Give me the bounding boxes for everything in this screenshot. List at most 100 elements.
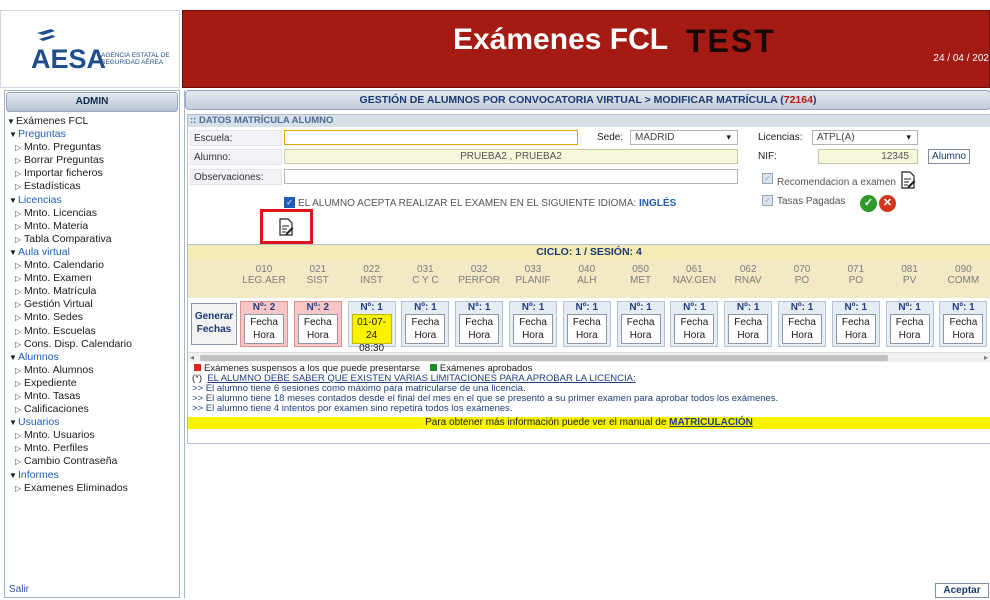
scroll-left-icon[interactable]: ◂: [190, 353, 194, 363]
menu-item[interactable]: ▷ Mnto. Tasas: [7, 390, 179, 403]
tasas-checkbox[interactable]: ✓: [762, 195, 773, 206]
triangle-down-icon: ▼: [9, 470, 17, 480]
triangle-right-icon: ▷: [15, 261, 22, 271]
menu-item[interactable]: ▷ Mnto. Escuelas: [7, 325, 179, 338]
fecha-text: Fecha: [303, 317, 332, 328]
alumno-button[interactable]: Alumno: [928, 149, 970, 164]
menu-item[interactable]: ▼Preguntas: [7, 128, 179, 141]
menu-item[interactable]: ▷ Borrar Preguntas: [7, 154, 179, 167]
menu-item[interactable]: ▼Exámenes FCL: [7, 115, 179, 128]
tasas-label: Tasas Pagadas: [777, 196, 846, 207]
menu-item[interactable]: ▼Aula virtual: [7, 246, 179, 259]
menu-item[interactable]: ▷ Cons. Disp. Calendario: [7, 338, 179, 351]
fecha-hora-button[interactable]: Fecha Hora: [728, 314, 769, 344]
escuela-input[interactable]: [284, 130, 578, 145]
check-circle-icon[interactable]: ✓: [860, 195, 877, 212]
fecha-text: Fecha: [465, 317, 494, 328]
subject-number: 021: [309, 264, 327, 275]
scrollbar-thumb[interactable]: [200, 355, 888, 361]
fecha-hora-button[interactable]: 01-07-24 08:30: [351, 314, 392, 354]
menu-item[interactable]: ▷ Tabla Comparativa: [7, 233, 179, 246]
cancel-circle-icon[interactable]: ✕: [879, 195, 896, 212]
salir-link[interactable]: Salir: [9, 584, 29, 595]
menu-item-label: Mnto. Usuarios: [24, 429, 95, 442]
recomendacion-checkbox[interactable]: ✓: [762, 173, 773, 184]
menu-item[interactable]: ▼Alumnos: [7, 351, 179, 364]
subject-name: ALH: [577, 275, 597, 286]
alumno-input[interactable]: PRUEBA2 , PRUEBA2: [284, 149, 738, 164]
fecha-hora-button[interactable]: Fecha Hora: [297, 314, 338, 344]
menu-item-label: Alumnos: [18, 350, 59, 363]
horizontal-scrollbar[interactable]: ◂ ▸: [188, 352, 990, 362]
menu-item[interactable]: ▷ Mnto. Alumnos: [7, 364, 179, 377]
aceptar-button[interactable]: Aceptar: [935, 583, 989, 598]
exam-attempt: Nº: 1: [683, 302, 706, 313]
triangle-right-icon: ▷: [15, 208, 22, 218]
fecha-hora-button[interactable]: Fecha Hora: [782, 314, 822, 344]
logo-text: AESA: [31, 44, 107, 74]
recomendacion-label: Recomendacion a examen: [777, 177, 896, 188]
menu-item[interactable]: ▷ Mnto. Sedes: [7, 311, 179, 324]
menu-item[interactable]: ▷ Mnto. Examen: [7, 272, 179, 285]
fecha-hora-button[interactable]: Fecha Hora: [513, 314, 553, 344]
generar-fechas-button[interactable]: Generar Fechas: [191, 303, 237, 345]
licencias-select[interactable]: ATPL(A) ▾: [812, 130, 918, 145]
hora-text: Hora: [737, 330, 760, 341]
exam-cell: Nº: 1 Fecha Hora: [670, 301, 719, 347]
hora-text: Hora: [629, 330, 652, 341]
subject-codes-row: 010 LEG.AER 021 SIST 022 INST 031 C Y C 032 PERFO…: [188, 260, 990, 298]
sede-select[interactable]: MADRID ▾: [630, 130, 738, 145]
fecha-hora-button[interactable]: Fecha Hora: [459, 314, 500, 344]
fecha-hora-button[interactable]: Fecha Hora: [943, 314, 984, 344]
hora-text: Hora: [253, 330, 275, 341]
menu-item[interactable]: ▷ Mnto. Usuarios: [7, 429, 179, 442]
fecha-hora-button[interactable]: Fecha Hora: [835, 314, 876, 344]
menu-item[interactable]: ▷ Estadísticas: [7, 180, 179, 193]
menu-item[interactable]: ▷ Calificaciones: [7, 403, 179, 416]
subject-code: 031 C Y C: [401, 264, 449, 286]
menu-item[interactable]: ▷ Mnto. Calendario: [7, 259, 179, 272]
breadcrumb-text: GESTIÓN DE ALUMNOS POR CONVOCATORIA VIRT…: [359, 94, 784, 106]
menu-item[interactable]: ▷ Gestión Virtual: [7, 298, 179, 311]
fecha-hora-button[interactable]: Fecha Hora: [889, 314, 930, 344]
subject-code: 070 PO: [778, 264, 826, 286]
idioma-text: EL ALUMNO ACEPTA REALIZAR EL EXAMEN EN E…: [298, 198, 637, 209]
manual-link[interactable]: MATRICULACIÓN: [669, 417, 753, 428]
observaciones-input[interactable]: [284, 169, 738, 184]
fecha-hora-button[interactable]: Fecha Hora: [674, 314, 715, 344]
matricula-id: 72164: [783, 94, 813, 106]
nif-input[interactable]: 12345: [818, 149, 918, 164]
fecha-hora-button[interactable]: Fecha Hora: [244, 314, 284, 344]
menu-item[interactable]: ▼Usuarios: [7, 416, 179, 429]
triangle-down-icon: ▼: [9, 195, 17, 205]
fecha-hora-button[interactable]: Fecha Hora: [405, 314, 446, 344]
menu-item[interactable]: ▷ Examenes Eliminados: [7, 482, 179, 495]
scroll-right-icon[interactable]: ▸: [984, 353, 988, 363]
menu-item[interactable]: ▷ Mnto. Licencias: [7, 207, 179, 220]
hora-text: Hora: [844, 330, 867, 341]
menu-item[interactable]: ▷ Expediente: [7, 377, 179, 390]
idioma-checkbox[interactable]: ✓: [284, 197, 295, 208]
subject-name: LEG.AER: [242, 275, 286, 286]
exam-cell: Nº: 1 Fecha Hora: [562, 301, 611, 347]
menu-item[interactable]: ▷ Mnto. Materia: [7, 220, 179, 233]
menu-item[interactable]: ▷ Cambio Contraseña: [7, 455, 179, 468]
edit-document-icon[interactable]: [900, 171, 916, 189]
menu-item-label: Mnto. Materia: [24, 219, 89, 232]
edit-matricula-icon[interactable]: [278, 218, 294, 236]
licencias-value: ATPL(A): [817, 132, 855, 143]
left-menu: ADMIN ▼Exámenes FCL ▼Preguntas ▷ Mnto. Preg…: [4, 90, 180, 598]
fecha-hora-button[interactable]: Fecha Hora: [566, 314, 607, 344]
menu-item[interactable]: ▼Licencias: [7, 194, 179, 207]
exam-attempt: Nº: 1: [790, 302, 814, 313]
fecha-text: Fecha: [841, 317, 870, 328]
menu-item[interactable]: ▷ Mnto. Matrícula: [7, 285, 179, 298]
hora-text: Hora: [791, 330, 813, 341]
menu-item[interactable]: ▷ Mnto. Perfiles: [7, 442, 179, 455]
subject-code: 061 NAV.GEN: [670, 264, 718, 286]
fecha-hora-button[interactable]: Fecha Hora: [620, 314, 661, 344]
menu-item[interactable]: ▼Informes: [7, 469, 179, 482]
subject-name: MET: [630, 275, 652, 286]
menu-item[interactable]: ▷ Mnto. Preguntas: [7, 141, 179, 154]
menu-item[interactable]: ▷ Importar ficheros: [7, 167, 179, 180]
